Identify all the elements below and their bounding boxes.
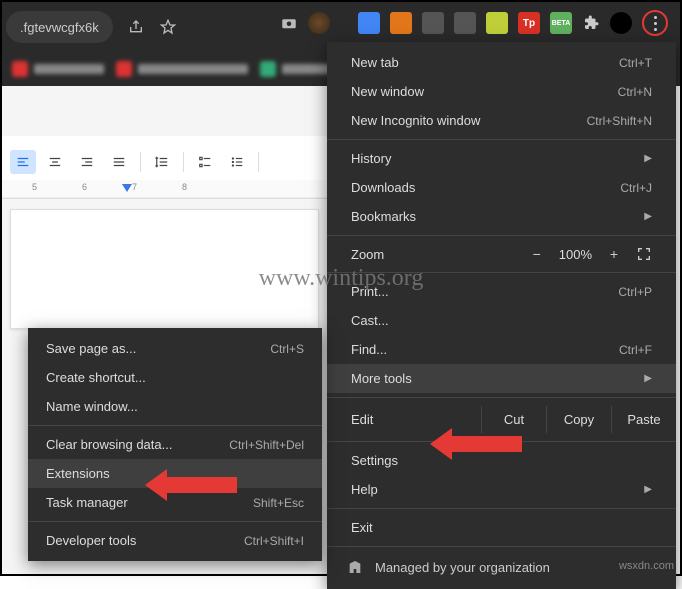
ruler-tick: 8 bbox=[182, 182, 187, 192]
ruler-tick: 7 bbox=[132, 182, 137, 192]
menu-find[interactable]: Find...Ctrl+F bbox=[327, 335, 676, 364]
menu-new-tab[interactable]: New tabCtrl+T bbox=[327, 48, 676, 77]
align-justify-button[interactable] bbox=[106, 150, 132, 174]
menu-separator bbox=[327, 272, 676, 273]
chrome-menu-button[interactable] bbox=[642, 10, 668, 36]
menu-new-incognito[interactable]: New Incognito windowCtrl+Shift+N bbox=[327, 106, 676, 135]
extension-icons-row: Tp BETA bbox=[280, 10, 668, 36]
menu-developer-tools[interactable]: Developer toolsCtrl+Shift+I bbox=[28, 526, 322, 555]
copy-button[interactable]: Copy bbox=[546, 406, 611, 433]
menu-name-window[interactable]: Name window... bbox=[28, 392, 322, 421]
menu-separator bbox=[327, 235, 676, 236]
document-page[interactable] bbox=[10, 209, 319, 329]
ruler-indent-marker[interactable] bbox=[122, 184, 132, 192]
star-icon[interactable] bbox=[159, 18, 177, 36]
menu-separator bbox=[327, 139, 676, 140]
menu-create-shortcut[interactable]: Create shortcut... bbox=[28, 363, 322, 392]
docs-toolbar bbox=[2, 144, 327, 180]
camera-icon[interactable] bbox=[280, 14, 298, 32]
menu-edit-row: Edit Cut Copy Paste bbox=[327, 402, 676, 437]
bookmark-item[interactable] bbox=[260, 61, 332, 77]
extension-metamask-icon[interactable] bbox=[390, 12, 412, 34]
ruler-tick: 5 bbox=[32, 182, 37, 192]
menu-more-tools[interactable]: More tools▶ bbox=[327, 364, 676, 393]
more-tools-submenu: Save page as...Ctrl+S Create shortcut...… bbox=[28, 328, 322, 561]
zoom-out-button[interactable]: − bbox=[529, 246, 545, 262]
checklist-button[interactable] bbox=[192, 150, 218, 174]
zoom-value: 100% bbox=[559, 247, 592, 262]
cut-button[interactable]: Cut bbox=[481, 406, 546, 433]
chevron-right-icon: ▶ bbox=[644, 484, 652, 495]
line-spacing-button[interactable] bbox=[149, 150, 175, 174]
docs-toolbar-wrap: 5 6 7 8 bbox=[2, 136, 327, 199]
menu-history[interactable]: History▶ bbox=[327, 144, 676, 173]
address-bar[interactable]: .fgtevwcgfx6k bbox=[6, 11, 113, 43]
omnibox-actions bbox=[127, 18, 177, 36]
bookmark-item[interactable] bbox=[116, 61, 248, 77]
menu-separator bbox=[327, 508, 676, 509]
extension-generic-2[interactable] bbox=[454, 12, 476, 34]
fullscreen-button[interactable] bbox=[636, 246, 652, 262]
menu-separator bbox=[327, 546, 676, 547]
bullet-list-button[interactable] bbox=[224, 150, 250, 174]
menu-downloads[interactable]: DownloadsCtrl+J bbox=[327, 173, 676, 202]
profile-avatar-icon[interactable] bbox=[610, 12, 632, 34]
share-icon[interactable] bbox=[127, 18, 145, 36]
url-text: .fgtevwcgfx6k bbox=[20, 20, 99, 35]
align-left-button[interactable] bbox=[10, 150, 36, 174]
extension-beta-icon[interactable]: BETA bbox=[550, 12, 572, 34]
align-right-button[interactable] bbox=[74, 150, 100, 174]
menu-separator bbox=[28, 521, 322, 522]
paste-button[interactable]: Paste bbox=[611, 406, 676, 433]
zoom-in-button[interactable]: + bbox=[606, 246, 622, 262]
menu-zoom-row: Zoom − 100% + bbox=[327, 240, 676, 268]
chrome-main-menu: New tabCtrl+T New windowCtrl+N New Incog… bbox=[327, 42, 676, 589]
extension-translate-icon[interactable] bbox=[358, 12, 380, 34]
align-center-button[interactable] bbox=[42, 150, 68, 174]
chevron-right-icon: ▶ bbox=[644, 373, 652, 384]
chevron-right-icon: ▶ bbox=[644, 153, 652, 164]
extension-tp-icon[interactable]: Tp bbox=[518, 12, 540, 34]
ruler: 5 6 7 8 bbox=[2, 180, 327, 198]
menu-exit[interactable]: Exit bbox=[327, 513, 676, 542]
menu-print[interactable]: Print...Ctrl+P bbox=[327, 277, 676, 306]
menu-separator bbox=[28, 425, 322, 426]
menu-clear-browsing-data[interactable]: Clear browsing data...Ctrl+Shift+Del bbox=[28, 430, 322, 459]
edit-label: Edit bbox=[351, 412, 481, 427]
bookmark-item[interactable] bbox=[12, 61, 104, 77]
ruler-tick: 6 bbox=[82, 182, 87, 192]
menu-help[interactable]: Help▶ bbox=[327, 475, 676, 504]
menu-bookmarks[interactable]: Bookmarks▶ bbox=[327, 202, 676, 231]
menu-save-page[interactable]: Save page as...Ctrl+S bbox=[28, 334, 322, 363]
extension-generic-1[interactable] bbox=[422, 12, 444, 34]
chevron-right-icon: ▶ bbox=[644, 211, 652, 222]
zoom-label: Zoom bbox=[351, 247, 384, 262]
menu-separator bbox=[327, 397, 676, 398]
menu-cast[interactable]: Cast... bbox=[327, 306, 676, 335]
extensions-puzzle-icon[interactable] bbox=[582, 14, 600, 32]
extension-cookie-icon[interactable] bbox=[308, 12, 330, 34]
menu-new-window[interactable]: New windowCtrl+N bbox=[327, 77, 676, 106]
extension-yellow-icon[interactable] bbox=[486, 12, 508, 34]
building-icon bbox=[347, 559, 363, 575]
managed-by-org[interactable]: Managed by your organization bbox=[327, 551, 676, 583]
